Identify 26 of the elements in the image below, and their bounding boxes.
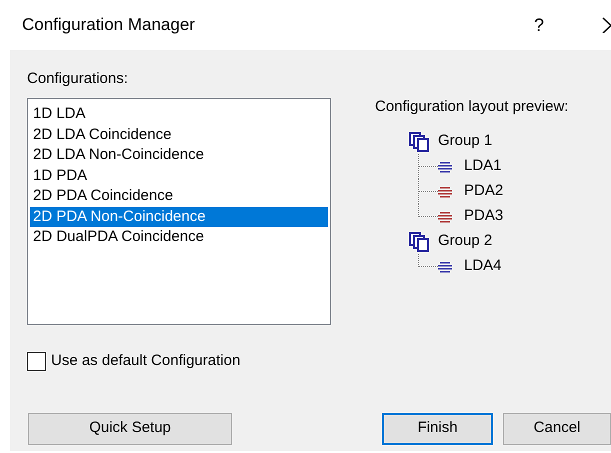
list-item[interactable]: 2D LDA Coincidence [30, 124, 328, 145]
close-icon[interactable] [602, 17, 611, 33]
window-title: Configuration Manager [22, 14, 196, 36]
tree-node-label[interactable]: Group 2 [438, 230, 492, 253]
group-icon [409, 232, 429, 252]
list-item[interactable]: 2D PDA Non-Coincidence [30, 206, 328, 227]
help-button[interactable]: ? [534, 12, 544, 38]
tree-node-label[interactable]: PDA3 [464, 205, 504, 228]
tree-node-label[interactable]: Group 1 [438, 130, 492, 153]
list-item[interactable]: 2D DualPDA Coincidence [30, 227, 328, 248]
configurations-label: Configurations: [27, 69, 129, 88]
list-item[interactable]: 2D LDA Non-Coincidence [30, 145, 328, 166]
dialog-button[interactable]: Cancel [503, 412, 611, 444]
preview-label: Configuration layout preview: [375, 97, 568, 116]
checkbox-label[interactable]: Use as default Configuration [51, 350, 240, 372]
list-item[interactable]: 1D PDA [30, 166, 328, 186]
list-item[interactable]: 1D LDA [30, 104, 328, 124]
tree-node-label[interactable]: PDA2 [464, 180, 504, 203]
dialog-button[interactable]: Finish [382, 412, 494, 444]
list-item[interactable]: 2D PDA Coincidence [30, 186, 328, 206]
dialog-button[interactable]: Quick Setup [28, 412, 232, 444]
tree-node-label[interactable]: LDA1 [464, 155, 502, 178]
checkbox[interactable] [27, 352, 46, 371]
tree-node-label[interactable]: LDA4 [464, 255, 502, 278]
configurations-list[interactable]: 1D LDA 2D LDA Coincidence 2D LDA Non-Coincidence 1D PDA 2D PDA Coincidence 2D PDA Non-Coincidence 2D DualPDA Coincidence [27, 98, 331, 325]
group-icon [409, 132, 429, 152]
